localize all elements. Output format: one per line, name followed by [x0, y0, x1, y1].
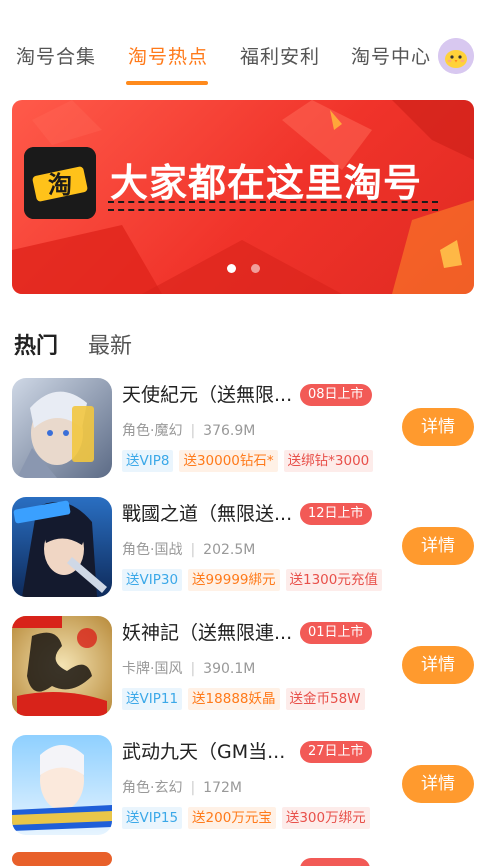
promo-banner[interactable]: 淘 大家都在这里淘号	[12, 100, 474, 294]
carousel-dot-active[interactable]	[227, 264, 236, 273]
carousel-dot[interactable]	[251, 264, 260, 273]
game-size: 172M	[203, 780, 242, 796]
gift-tag: 送200万元宝	[188, 807, 276, 829]
active-tab-indicator	[126, 81, 208, 85]
gift-tag: 送VIP15	[122, 807, 183, 829]
details-button[interactable]: 详情	[402, 765, 474, 803]
list-item[interactable]: 妖神記（送無限連... 01日上市 卡牌·国风 | 390.1M 送VIP11 送18…	[0, 616, 487, 726]
release-date-badge: 27日上市	[300, 741, 372, 763]
calligraphy-icon[interactable]	[12, 616, 112, 716]
game-meta: 角色·玄幻 | 172M	[122, 777, 242, 797]
game-meta: 角色·魔幻 | 376.9M	[122, 420, 255, 440]
game-icon-partial[interactable]	[12, 852, 112, 866]
details-button[interactable]: 详情	[402, 408, 474, 446]
banner-underline	[108, 201, 438, 211]
tab-collection[interactable]: 淘号合集	[16, 42, 96, 69]
list-item-partial[interactable]	[0, 852, 487, 866]
gift-tags: 送VIP15 送200万元宝 送300万绑元	[122, 807, 376, 829]
meta-separator: |	[190, 423, 196, 439]
game-title[interactable]: 戰國之道（無限送...	[122, 499, 292, 526]
avatar[interactable]	[438, 38, 474, 74]
gift-tag: 送绑钻*3000	[283, 450, 374, 472]
meta-separator: |	[190, 542, 196, 558]
release-date-badge	[300, 858, 370, 866]
game-category: 卡牌·国风	[122, 661, 183, 677]
game-category: 角色·玄幻	[122, 780, 183, 796]
gift-tags: 送VIP30 送99999綁元 送1300元充值	[122, 569, 388, 591]
release-date-badge: 12日上市	[300, 503, 372, 525]
tab-center[interactable]: 淘号中心	[351, 42, 431, 69]
game-meta: 卡牌·国风 | 390.1M	[122, 658, 255, 678]
game-category: 角色·国战	[122, 542, 183, 558]
gift-tags: 送VIP8 送30000钻石* 送绑钻*3000	[122, 450, 379, 472]
tab-welfare[interactable]: 福利安利	[240, 42, 320, 69]
gift-tag: 送1300元充值	[285, 569, 382, 591]
game-size: 390.1M	[203, 661, 256, 677]
list-item[interactable]: 武动九天（GM当... 27日上市 角色·玄幻 | 172M 送VIP15 送200万…	[0, 735, 487, 845]
game-size: 376.9M	[203, 423, 256, 439]
meta-separator: |	[190, 780, 196, 796]
gift-tag: 送VIP11	[122, 688, 183, 710]
game-title[interactable]: 天使紀元（送無限...	[122, 380, 292, 407]
game-size: 202.5M	[203, 542, 256, 558]
tab-popular[interactable]: 热门	[14, 328, 58, 360]
banner-headline: 大家都在这里淘号	[110, 161, 423, 205]
top-tab-bar: 淘号合集 淘号热点 福利安利 淘号中心	[0, 0, 487, 92]
meta-separator: |	[190, 661, 196, 677]
tab-latest[interactable]: 最新	[88, 328, 132, 360]
gift-tag: 送18888妖晶	[188, 688, 280, 710]
game-title[interactable]: 妖神記（送無限連...	[122, 618, 292, 645]
list-item[interactable]: 戰國之道（無限送... 12日上市 角色·国战 | 202.5M 送VIP30 送99…	[0, 497, 487, 607]
angel-knight-icon[interactable]	[12, 378, 112, 478]
gift-tag: 送VIP8	[122, 450, 174, 472]
taohao-logo: 淘	[24, 147, 96, 219]
gift-tag: 送99999綁元	[188, 569, 280, 591]
logo-glyph: 淘	[48, 171, 72, 199]
gift-tag: 送VIP30	[122, 569, 183, 591]
details-button[interactable]: 详情	[402, 527, 474, 565]
release-date-badge: 01日上市	[300, 622, 372, 644]
gift-tag: 送300万绑元	[281, 807, 370, 829]
list-item[interactable]: 天使紀元（送無限... 08日上市 角色·魔幻 | 376.9M 送VIP8 送300…	[0, 378, 487, 488]
game-category: 角色·魔幻	[122, 423, 183, 439]
warrior-icon[interactable]	[12, 497, 112, 597]
gm-privilege-icon[interactable]	[12, 735, 112, 835]
gift-tag: 送金币58W	[285, 688, 365, 710]
taohao-logo-icon: 淘	[24, 147, 96, 219]
tab-hot[interactable]: 淘号热点	[128, 42, 208, 69]
chick-avatar-icon	[438, 38, 474, 74]
gift-tags: 送VIP11 送18888妖晶 送金币58W	[122, 688, 371, 710]
details-button[interactable]: 详情	[402, 646, 474, 684]
gift-tag: 送30000钻石*	[179, 450, 278, 472]
game-title[interactable]: 武动九天（GM当...	[122, 737, 285, 764]
release-date-badge: 08日上市	[300, 384, 372, 406]
game-meta: 角色·国战 | 202.5M	[122, 539, 255, 559]
